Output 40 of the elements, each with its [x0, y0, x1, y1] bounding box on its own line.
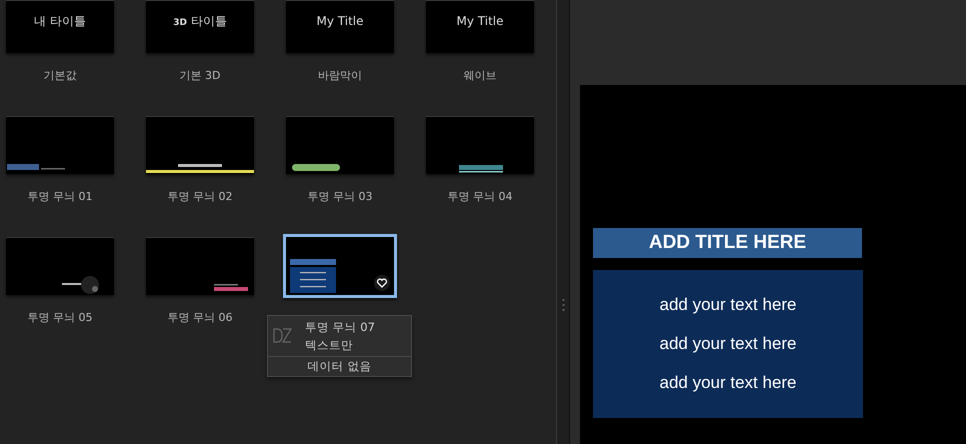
tooltip-data: 데이터 없음 [308, 359, 372, 373]
template-label: 투명 무늬 03 [308, 189, 372, 205]
template-thumbnail[interactable] [146, 237, 254, 295]
template-thumbnail[interactable] [286, 116, 394, 174]
template-thumbnail[interactable] [283, 234, 397, 298]
title-bar-text: ADD TITLE HERE [593, 228, 862, 258]
tooltip-title: 투명 무늬 07 [305, 319, 375, 336]
body-text: add your text here [659, 295, 797, 315]
template-label: 기본 3D [180, 68, 220, 84]
thumbnail-title: 내 타이틀 [34, 12, 86, 30]
template-thumbnail[interactable] [6, 237, 114, 295]
template-label: 바람막이 [318, 68, 362, 84]
logo-icon [273, 328, 293, 344]
thumbnail-title: My Title [456, 14, 504, 28]
template-thumbnail[interactable] [146, 116, 254, 174]
lower-third-drawing [459, 165, 503, 173]
body-text: add your text here [659, 334, 797, 354]
template-thumbnail[interactable]: 3D 타이틀 [146, 0, 254, 53]
thumbnail-title: My Title [316, 14, 364, 28]
template-thumbnail[interactable]: My Title [286, 0, 394, 53]
template-label: 투명 무늬 06 [168, 310, 232, 326]
lower-third-drawing [292, 164, 340, 172]
body-text: add your text here [659, 373, 797, 393]
thumbnail-title: 3D 타이틀 [173, 12, 227, 30]
template-thumbnail[interactable]: My Title [426, 0, 534, 53]
template-thumbnail[interactable] [426, 116, 534, 174]
lower-third-drawing [214, 284, 248, 292]
template-label: 웨이브 [464, 68, 496, 84]
lower-third-drawing [7, 163, 67, 171]
lower-third-drawing [62, 276, 102, 294]
template-label: 기본값 [44, 68, 76, 84]
splitter-handle[interactable] [562, 298, 564, 312]
template-thumbnail[interactable]: 내 타이틀 [6, 0, 114, 53]
template-label: 투명 무늬 01 [28, 189, 92, 205]
template-label: 투명 무늬 05 [28, 310, 92, 326]
template-thumbnail[interactable] [6, 116, 114, 174]
tooltip-type: 텍스트만 [305, 337, 354, 354]
template-label: 투명 무늬 04 [448, 189, 512, 205]
template-label: 투명 무늬 02 [168, 189, 232, 205]
lower-third-drawing [290, 259, 336, 293]
